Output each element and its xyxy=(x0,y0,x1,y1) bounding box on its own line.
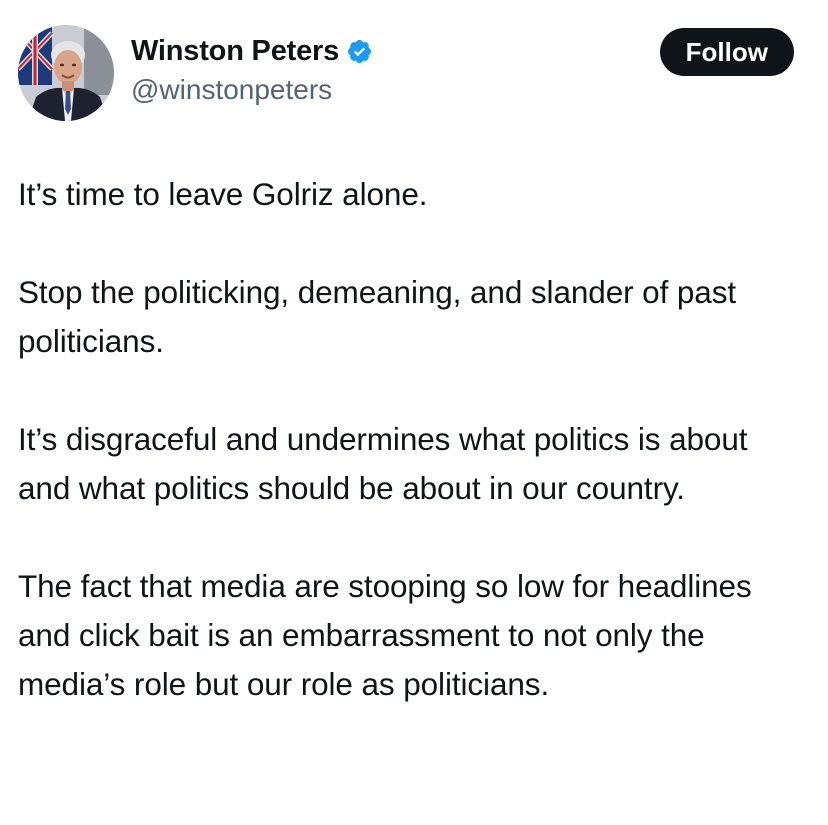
name-row: Winston Peters xyxy=(131,34,373,68)
tweet-header: Winston Peters @winstonpeters Follow xyxy=(18,22,810,122)
avatar-photo xyxy=(18,25,114,121)
verified-badge-icon[interactable] xyxy=(346,38,373,65)
display-name[interactable]: Winston Peters xyxy=(131,35,339,68)
tweet-paragraph: The fact that media are stooping so low … xyxy=(18,568,752,702)
avatar[interactable] xyxy=(18,25,114,121)
follow-button[interactable]: Follow xyxy=(659,28,794,76)
tweet-paragraph: It’s time to leave Golriz alone. xyxy=(18,176,428,212)
author-info: Winston Peters @winstonpeters xyxy=(131,34,373,106)
tweet-text: It’s time to leave Golriz alone. Stop th… xyxy=(18,170,808,709)
tweet-paragraph: Stop the politicking, demeaning, and sla… xyxy=(18,274,737,359)
tweet-paragraph: It’s disgraceful and undermines what pol… xyxy=(18,421,748,506)
tweet-card: Winston Peters @winstonpeters Follow It’… xyxy=(0,0,828,825)
author-handle[interactable]: @winstonpeters xyxy=(131,74,373,106)
